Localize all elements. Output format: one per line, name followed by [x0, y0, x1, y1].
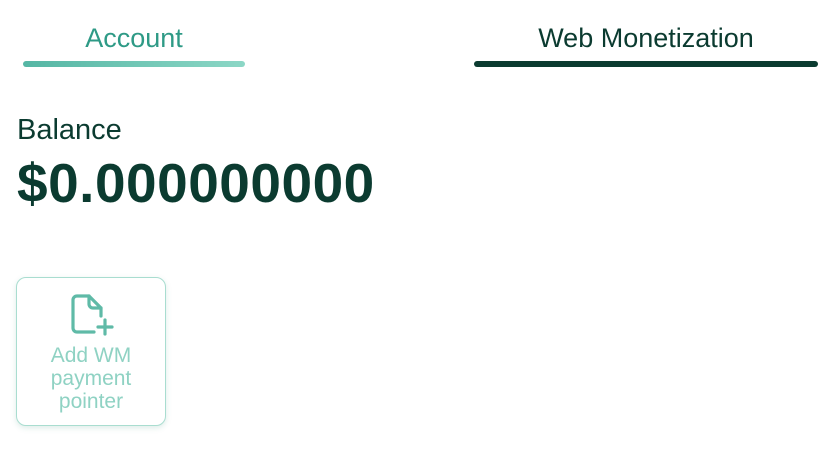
tab-web-monetization-underline — [474, 61, 818, 67]
tab-web-monetization[interactable]: Web Monetization — [474, 18, 818, 70]
tab-account-underline — [23, 61, 245, 67]
file-plus-icon — [71, 294, 114, 336]
tab-web-monetization-label: Web Monetization — [538, 23, 754, 53]
add-wm-payment-pointer-label: Add WM payment pointer — [50, 344, 132, 413]
add-wm-payment-pointer-button[interactable]: Add WM payment pointer — [16, 277, 166, 426]
balance-label: Balance — [17, 114, 122, 146]
balance-value: $0.000000000 — [17, 152, 375, 214]
tab-account-label: Account — [85, 23, 183, 53]
tab-account[interactable]: Account — [23, 18, 245, 70]
